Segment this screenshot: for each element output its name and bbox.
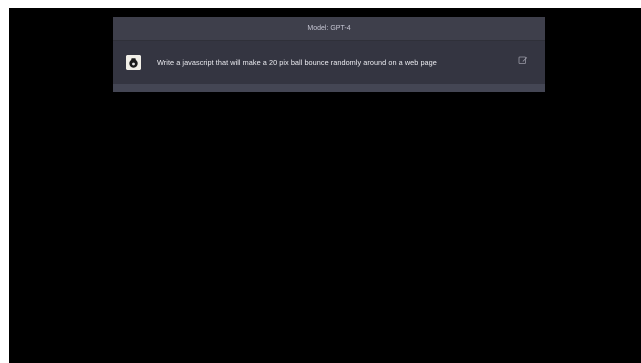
- user-message-text: Write a javascript that will make a 20 p…: [157, 58, 437, 67]
- model-label: Model: GPT-4: [307, 25, 351, 32]
- model-header: Model: GPT-4: [113, 17, 545, 41]
- edit-icon[interactable]: [518, 55, 528, 65]
- chat-panel: Model: GPT-4 Write a javascript that wil…: [113, 17, 545, 92]
- user-message-row: Write a javascript that will make a 20 p…: [113, 41, 545, 84]
- user-avatar-icon: [126, 55, 141, 70]
- panel-bottom-strip: [113, 84, 545, 92]
- app-screen: Model: GPT-4 Write a javascript that wil…: [9, 8, 641, 363]
